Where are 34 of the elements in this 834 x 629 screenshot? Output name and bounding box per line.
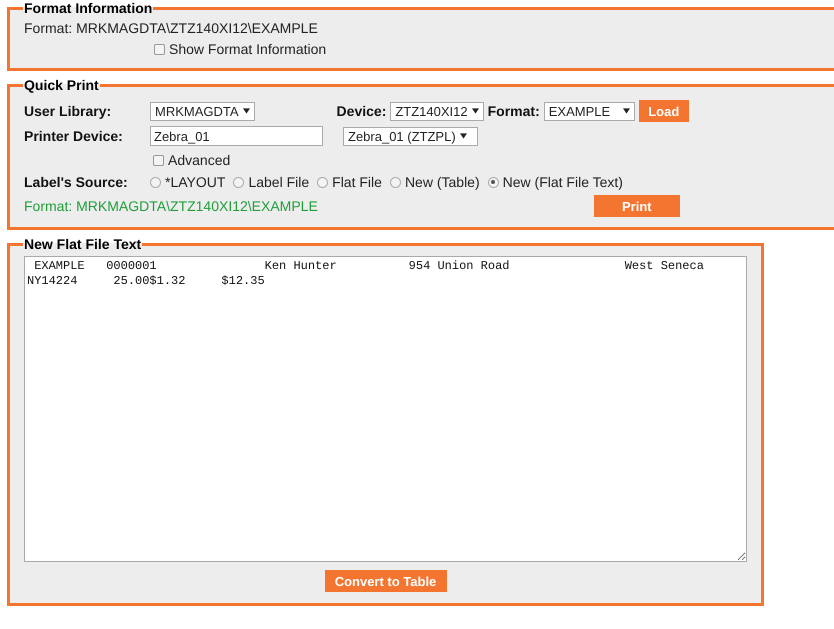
format-status-text: Format: MRKMAGDTA\ZTZ140XI12\EXAMPLE xyxy=(24,198,318,214)
checkbox[interactable] xyxy=(153,154,164,166)
field-label: Device: xyxy=(336,103,386,119)
radio-label[interactable]: New (Table) xyxy=(404,174,480,190)
user-library-select[interactable]: MRKMAGDTA xyxy=(150,102,255,120)
field-label: Label's Source: xyxy=(24,174,129,190)
radio-label[interactable]: *LAYOUT xyxy=(165,174,226,190)
text-area[interactable]: EXAMPLE 0000001 Ken Hunter 954 Union Road West Seneca NY14224 25.00$1.32 $12.35 xyxy=(24,256,747,562)
checkbox[interactable] xyxy=(154,44,165,54)
caret-icon xyxy=(460,133,467,139)
radio-button[interactable] xyxy=(390,176,401,188)
printer-device-field[interactable]: Zebra_01 xyxy=(150,126,323,146)
caret-icon xyxy=(622,108,630,114)
format-select[interactable]: EXAMPLE xyxy=(544,102,635,120)
radio-label[interactable]: Label File xyxy=(248,174,310,190)
field-label: Format: xyxy=(488,103,540,119)
radio-label[interactable]: New (Flat File Text) xyxy=(502,174,623,190)
section-title: Quick Print xyxy=(23,77,100,93)
radio-button[interactable] xyxy=(233,176,244,188)
checkbox-label[interactable]: Show Format Information xyxy=(169,41,326,57)
radio-label[interactable]: Flat File xyxy=(332,174,382,190)
section-title: Format Information xyxy=(23,0,154,16)
printer-select[interactable]: Zebra_01 (ZTZPL) xyxy=(343,126,478,146)
radio-button[interactable] xyxy=(317,176,328,188)
radio-button[interactable] xyxy=(488,176,499,188)
checkbox-label[interactable]: Advanced xyxy=(168,152,230,168)
field-label: User Library: xyxy=(24,103,112,119)
format-path-text: Format: MRKMAGDTA\ZTZ140XI12\EXAMPLE xyxy=(24,20,318,36)
device-select[interactable]: ZTZ140XI12 xyxy=(390,102,484,120)
caret-icon xyxy=(242,108,250,114)
caret-icon xyxy=(472,108,479,114)
field-label: Printer Device: xyxy=(24,128,124,144)
radio-button[interactable] xyxy=(150,176,161,188)
section-title: New Flat File Text xyxy=(23,236,142,252)
